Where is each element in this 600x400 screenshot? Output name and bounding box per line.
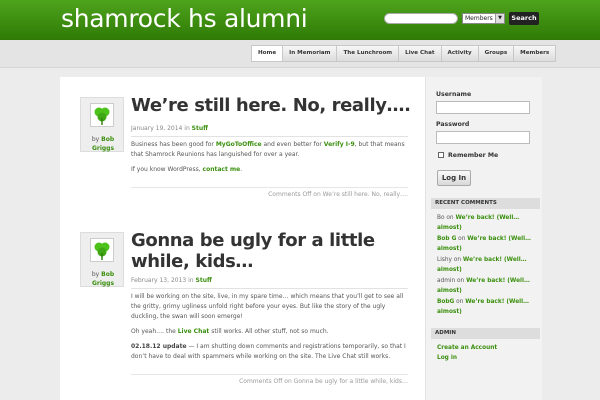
list-item: Lishy on We’re back! (Well… almost) <box>437 255 537 275</box>
verify-i9-link[interactable]: Verify I-9 <box>324 141 355 148</box>
text: still works. All other stuff, not so muc… <box>209 328 329 335</box>
text: on <box>458 236 466 242</box>
recent-comments-heading: RECENT COMMENTS <box>431 198 540 209</box>
nav-item-live-chat[interactable]: Live Chat <box>398 45 442 62</box>
author-box: by Bob Griggs <box>80 97 124 152</box>
post-body: Business has been good for MyGoToOffice … <box>131 140 408 180</box>
post-body: I will be working on the site, live, in … <box>131 292 408 367</box>
by-label: by <box>91 136 100 143</box>
post-title[interactable]: We’re still here. No, really…. <box>131 95 421 116</box>
main-nav: Home In Memoriam The Lunchroom Live Chat… <box>251 45 557 62</box>
post-paragraph: If you know WordPress, contact me. <box>131 165 408 175</box>
password-field[interactable] <box>436 131 530 144</box>
comment-author[interactable]: BobG <box>437 299 454 305</box>
contact-me-link[interactable]: contact me <box>203 166 241 173</box>
text: and even better for <box>261 141 324 148</box>
post-date: January 19, 2014 in <box>131 125 190 132</box>
post-paragraph: Business has been good for MyGoToOffice … <box>131 140 408 160</box>
search-scope-select[interactable]: Members ▼ <box>462 13 505 24</box>
post-footer[interactable]: Comments Off on Gonna be ugly for a litt… <box>131 374 408 385</box>
list-item: admin on We’re back! (Well… almost) <box>437 276 537 296</box>
login-link[interactable]: Log in <box>437 353 537 363</box>
author-box: by Bob Griggs <box>80 232 124 287</box>
create-account-link[interactable]: Create an Account <box>437 343 537 353</box>
post-meta: January 19, 2014 in Stuff <box>131 125 408 137</box>
list-item: Bob G on We’re back! (Well… almost) <box>437 234 537 254</box>
post-paragraph: 02.18.12 update — I am shutting down com… <box>131 342 408 362</box>
shamrock-avatar-icon <box>94 242 110 260</box>
remember-me-checkbox[interactable] <box>438 152 444 158</box>
chevron-down-icon: ▼ <box>495 14 504 23</box>
post-footer[interactable]: Comments Off on We’re still here. No, re… <box>131 187 408 198</box>
username-label: Username <box>436 91 472 98</box>
nav-item-groups[interactable]: Groups <box>477 45 515 62</box>
password-label: Password <box>436 121 470 128</box>
admin-heading: ADMIN <box>431 328 540 339</box>
search-scope-value: Members <box>465 15 493 22</box>
nav-item-activity[interactable]: Activity <box>440 45 479 62</box>
comment-author: admin <box>437 278 456 284</box>
text: on <box>453 257 462 263</box>
remember-me-label: Remember Me <box>448 152 499 159</box>
by-label: by <box>91 271 100 278</box>
avatar[interactable] <box>90 103 114 127</box>
mygotooffice-link[interactable]: MyGoToOffice <box>216 141 262 148</box>
avatar[interactable] <box>90 238 114 262</box>
post-title[interactable]: Gonna be ugly for a little while, kids… <box>131 230 421 272</box>
shamrock-avatar-icon <box>94 107 110 125</box>
text: . <box>240 166 243 173</box>
post-paragraph: I will be working on the site, live, in … <box>131 293 404 320</box>
update-label: 02.18.12 update <box>131 343 187 350</box>
post-meta: February 13, 2013 in Stuff <box>131 277 408 289</box>
nav-item-the-lunchroom[interactable]: The Lunchroom <box>336 45 400 62</box>
text: Oh yeah…. the <box>131 328 178 335</box>
username-field[interactable] <box>436 101 530 114</box>
post-date: February 13, 2013 in <box>131 277 194 284</box>
text: on <box>457 278 465 284</box>
text: If you know WordPress, <box>131 166 203 173</box>
list-item: Bo on We’re back! (Well… almost) <box>437 213 537 233</box>
text: Business has been good for <box>131 141 216 148</box>
site-title[interactable]: shamrock hs alumni <box>61 4 308 33</box>
post-author: by Bob Griggs <box>84 135 122 153</box>
search-button[interactable]: Search <box>509 12 539 25</box>
post-author: by Bob Griggs <box>84 270 122 288</box>
list-item: BobG on We’re back! (Well… almost) <box>437 297 537 317</box>
comment-author: Lishy <box>437 257 452 263</box>
nav-item-in-memoriam[interactable]: In Memoriam <box>282 45 338 62</box>
text: on <box>456 299 464 305</box>
recent-comments-list: Bo on We’re back! (Well… almost) Bob G o… <box>437 213 537 318</box>
live-chat-link[interactable]: Live Chat <box>178 328 210 335</box>
post-category[interactable]: Stuff <box>192 125 208 132</box>
nav-item-members[interactable]: Members <box>513 45 557 62</box>
post-category[interactable]: Stuff <box>196 277 212 284</box>
nav-item-home[interactable]: Home <box>251 45 284 62</box>
post-paragraph: Oh yeah…. the Live Chat still works. All… <box>131 327 408 337</box>
comment-author[interactable]: Bob G <box>437 236 456 242</box>
login-button[interactable]: Log In <box>437 170 471 186</box>
text: on <box>446 215 454 221</box>
comment-author: Bo <box>437 215 445 221</box>
search-input[interactable] <box>384 13 458 24</box>
admin-list: Create an Account Log in <box>437 343 537 363</box>
